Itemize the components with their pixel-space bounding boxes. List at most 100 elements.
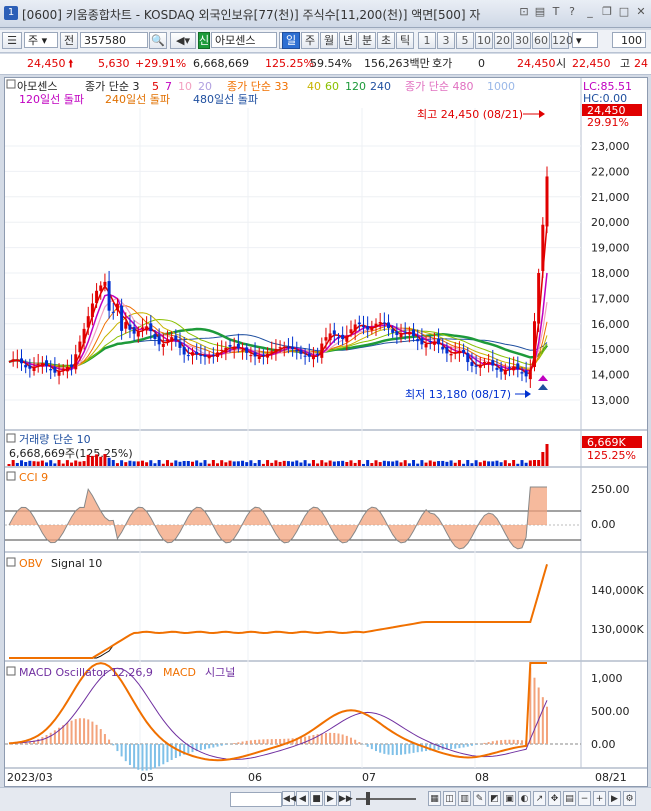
code-input[interactable]: 357580 [80, 32, 148, 48]
macd-histogram-bar [504, 740, 506, 744]
vol-box-icon[interactable] [7, 434, 15, 442]
candle-body [241, 350, 244, 351]
settings-icon[interactable]: ⚙ [623, 791, 636, 806]
restore-icon[interactable]: ❐ [600, 5, 614, 19]
candle-body [500, 367, 503, 371]
help-icon[interactable]: ? [565, 5, 579, 19]
candle-body [333, 330, 336, 334]
interval-button-5[interactable]: 5 [456, 32, 474, 49]
candle-body [187, 355, 190, 356]
period-button-5[interactable]: 초 [377, 32, 395, 49]
price-tick: 21,000 [591, 191, 630, 204]
prev-icon[interactable]: ◀ [296, 791, 309, 806]
last-icon[interactable]: ▶▶ [338, 791, 351, 806]
candle-body [195, 352, 198, 354]
scroll-track[interactable] [230, 792, 282, 807]
font-icon[interactable]: T [549, 5, 563, 19]
volume-bar [308, 464, 311, 466]
stop-icon[interactable]: ■ [310, 791, 323, 806]
volume-bar [516, 464, 519, 466]
maximize-icon[interactable]: □ [617, 5, 631, 19]
close-icon[interactable]: ✕ [634, 5, 648, 19]
candle-body [262, 355, 265, 356]
tool-7-icon[interactable]: ◐ [518, 791, 531, 806]
tool-5-icon[interactable]: ◩ [488, 791, 501, 806]
hoga-label: 호가 [432, 54, 452, 74]
macd-histogram-bar [71, 721, 73, 744]
interval-button-30[interactable]: 30 [513, 32, 531, 49]
menu-icon[interactable]: ☰ [2, 32, 22, 49]
next-icon[interactable]: ▶ [324, 791, 337, 806]
tool-8-icon[interactable]: ↗ [533, 791, 546, 806]
candle-body [62, 369, 65, 370]
obv-tick-130: 130,000K [591, 623, 644, 636]
first-icon[interactable]: ◀◀ [282, 791, 295, 806]
volume-bar [162, 464, 165, 466]
tool-3-icon[interactable]: ▥ [458, 791, 471, 806]
candle-body [546, 176, 549, 226]
tool-9-icon[interactable]: ✥ [548, 791, 561, 806]
interval-button-10[interactable]: 10 [475, 32, 493, 49]
interval-button-3[interactable]: 3 [437, 32, 455, 49]
cci-box-icon[interactable] [7, 472, 15, 480]
dropdown-blank[interactable]: ▾ [572, 32, 598, 48]
volume-bar [312, 460, 315, 466]
candle-body [178, 342, 181, 348]
count-input[interactable]: 100 [612, 32, 646, 48]
macd-histogram-bar [129, 744, 131, 765]
layout-icon[interactable]: ▤ [533, 5, 547, 19]
tool-10-icon[interactable]: ▤ [563, 791, 576, 806]
link-icon[interactable]: ⊡ [517, 5, 531, 19]
macd-histogram-bar [262, 739, 264, 744]
tool-6-icon[interactable]: ▣ [503, 791, 516, 806]
tool-2-icon[interactable]: ◫ [443, 791, 456, 806]
macd-histogram-bar [225, 744, 227, 745]
volume-bar [329, 461, 332, 466]
interval-button-1[interactable]: 1 [418, 32, 436, 49]
period-button-4[interactable]: 분 [358, 32, 376, 49]
sound-icon[interactable]: ◀▾ [170, 32, 196, 49]
obv-box-icon[interactable] [7, 558, 15, 566]
candle-body [170, 337, 173, 342]
candle-body [433, 341, 436, 344]
play-icon[interactable]: ▶ [608, 791, 621, 806]
period-button-0[interactable]: 일 [282, 32, 300, 49]
minimize-icon[interactable]: _ [583, 5, 597, 19]
macd-box-icon[interactable] [7, 667, 15, 675]
period-button-1[interactable]: 주 [301, 32, 319, 49]
candle-body [454, 352, 457, 353]
candle-body [379, 322, 382, 324]
zoom-in-icon[interactable]: + [593, 791, 606, 806]
vol-tag: 6,669K [587, 436, 626, 449]
interval-button-60[interactable]: 60 [532, 32, 550, 49]
candle-body [133, 327, 136, 334]
macd-histogram-bar [108, 740, 110, 744]
zoom-thumb[interactable] [366, 792, 370, 805]
period-button-2[interactable]: 월 [320, 32, 338, 49]
search-icon[interactable]: 🔍 [149, 32, 167, 49]
tool-1-icon[interactable]: ▦ [428, 791, 441, 806]
volume-bar [525, 463, 528, 466]
volume-bar [233, 461, 236, 466]
volume-bar [153, 463, 156, 466]
period-button-3[interactable]: 년 [339, 32, 357, 49]
volume-bar [8, 464, 11, 466]
period-select[interactable]: 주 ▾ [24, 32, 58, 48]
bottom-bar: ◀◀ ◀ ■ ▶ ▶▶ ▦ ◫ ▥ ✎ ◩ ▣ ◐ ↗ ✥ ▤ − + ▶ ⚙ [0, 787, 651, 811]
legend-stock: 아모센스 [17, 80, 57, 93]
chart-svg[interactable]: 아모센스 종가 단순 3 5 7 10 20 종가 단순 33 40 60 12… [5, 78, 647, 786]
interval-button-20[interactable]: 20 [494, 32, 512, 49]
zoom-slider[interactable] [356, 798, 416, 800]
chart-area[interactable]: 아모센스 종가 단순 3 5 7 10 20 종가 단순 33 40 60 12… [4, 77, 648, 787]
legend-box-icon[interactable] [7, 80, 15, 88]
volume-bar [91, 456, 94, 466]
volume-bar [437, 461, 440, 466]
prev-button[interactable]: 전 [60, 32, 78, 49]
volume-bar [508, 463, 511, 466]
zoom-out-icon[interactable]: − [578, 791, 591, 806]
macd-histogram-bar [358, 742, 360, 744]
period-button-6[interactable]: 틱 [396, 32, 414, 49]
tool-4-icon[interactable]: ✎ [473, 791, 486, 806]
legend-ma2-40: 40 [307, 80, 321, 93]
interval-button-120[interactable]: 120 [551, 32, 569, 49]
